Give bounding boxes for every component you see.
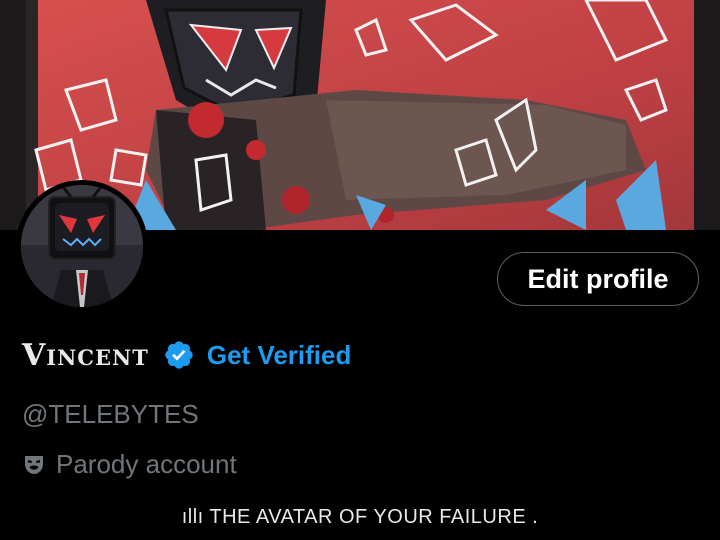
profile-handle: @TELEBYTES — [22, 399, 199, 429]
name-row: Vincent Get Verified — [22, 334, 351, 376]
banner-artwork — [26, 0, 694, 230]
profile-page: Edit profile Vincent Get Verified @TELEB… — [0, 0, 720, 540]
verified-badge-icon[interactable] — [163, 339, 195, 371]
get-verified-link[interactable]: Get Verified — [207, 340, 352, 371]
edit-profile-button[interactable]: Edit profile — [497, 252, 699, 306]
parody-account-row: Parody account — [22, 449, 237, 480]
parody-account-label: Parody account — [56, 449, 237, 479]
theater-mask-icon — [22, 453, 46, 477]
avatar-image — [21, 185, 143, 307]
profile-avatar[interactable] — [16, 180, 148, 312]
display-name: Vincent — [22, 337, 149, 373]
profile-bio: ıllı THE AVATAR OF YOUR FAILURE . — [181, 506, 539, 528]
